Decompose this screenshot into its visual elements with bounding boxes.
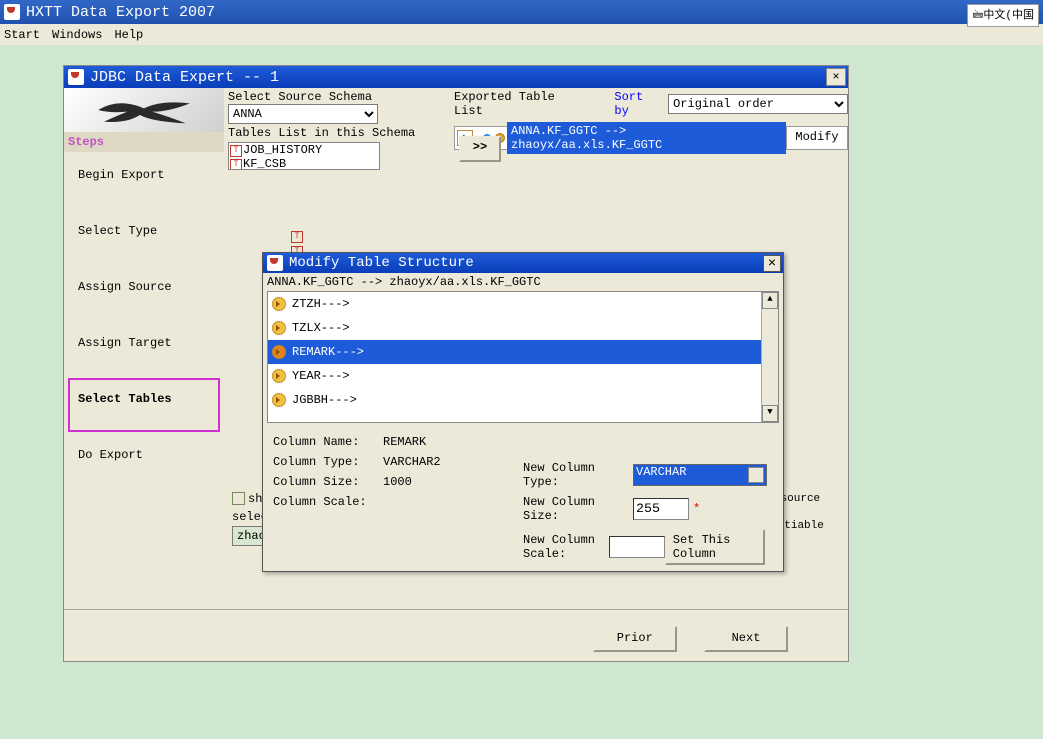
forward-button[interactable]: >> [459, 136, 501, 162]
table-row: TKF_CSB [229, 157, 379, 170]
tables-label: Tables List in this Schema [228, 126, 428, 140]
java-icon [267, 255, 283, 271]
set-column-button[interactable]: Set This Column [665, 529, 765, 565]
new-size-input[interactable] [633, 498, 689, 520]
arrow-icon [272, 393, 286, 407]
window-title: JDBC Data Expert -- 1 [90, 69, 279, 86]
step-do-export[interactable]: Do Export [68, 434, 220, 488]
dialog-close-button[interactable]: × [763, 255, 781, 272]
table-row: TJOB_HISTORY [229, 143, 379, 157]
scrollbar[interactable]: ▲▼ [761, 292, 778, 422]
scroll-up-icon[interactable]: ▲ [762, 292, 778, 309]
schema-label: Select Source Schema [228, 90, 428, 104]
dialog-titlebar: Modify Table Structure × [263, 253, 783, 273]
col-type-value: VARCHAR2 [383, 455, 441, 469]
step-select-tables[interactable]: Select Tables [68, 378, 220, 432]
new-type-label: New Column Type: [523, 461, 633, 489]
arrow-icon [272, 369, 286, 383]
footer: Prior Next [64, 609, 848, 676]
step-assign-source[interactable]: Assign Source [68, 266, 220, 320]
exported-header: Exported Table List [454, 90, 583, 118]
column-row: ZTZH---> [268, 292, 778, 316]
new-size-label: New Column Size: [523, 495, 633, 523]
tables-list[interactable]: TJOB_HISTORY TKF_CSB [228, 142, 380, 170]
close-button[interactable]: × [826, 68, 846, 86]
app-title: HXTT Data Export 2007 [26, 4, 215, 21]
modify-table-dialog: Modify Table Structure × ANNA.KF_GGTC --… [262, 252, 784, 572]
steps-header: Steps [64, 132, 224, 152]
col-type-label: Column Type: [273, 455, 383, 469]
col-name-value: REMARK [383, 435, 426, 449]
menu-start[interactable]: Start [4, 28, 40, 42]
table-icon: T [291, 231, 303, 243]
dialog-path: ANNA.KF_GGTC --> zhaoyx/aa.xls.KF_GGTC [263, 273, 783, 291]
java-icon [4, 4, 20, 20]
arrow-icon [272, 345, 286, 359]
new-scale-input[interactable] [609, 536, 665, 558]
col-name-label: Column Name: [273, 435, 383, 449]
java-icon [68, 69, 84, 85]
col-size-value: 1000 [383, 475, 412, 489]
required-asterisk: * [693, 502, 700, 516]
arrow-icon [272, 321, 286, 335]
col-size-label: Column Size: [273, 475, 383, 489]
app-titlebar: HXTT Data Export 2007 [0, 0, 1043, 24]
exported-row[interactable]: ▸ → ANNA.KF_GGTC --> zhaoyx/aa.xls.KF_GG… [454, 126, 848, 150]
sortby-label: Sort by [614, 90, 662, 118]
window-titlebar: JDBC Data Expert -- 1 × [64, 66, 848, 88]
steps-panel: Steps Begin Export Select Type Assign So… [64, 88, 224, 609]
next-button[interactable]: Next [704, 626, 788, 652]
column-row-selected: REMARK---> [268, 340, 778, 364]
table-icon: T [230, 159, 242, 170]
step-select-type[interactable]: Select Type [68, 210, 220, 264]
modify-button[interactable]: Modify [786, 127, 847, 149]
arrow-icon [272, 297, 286, 311]
new-scale-label: New Column Scale: [523, 533, 609, 561]
step-assign-target[interactable]: Assign Target [68, 322, 220, 376]
menu-help[interactable]: Help [114, 28, 143, 42]
dialog-title: Modify Table Structure [289, 255, 474, 271]
table-icon: T [230, 145, 242, 157]
column-row: YEAR---> [268, 364, 778, 388]
prior-button[interactable]: Prior [593, 626, 677, 652]
step-begin-export[interactable]: Begin Export [68, 154, 220, 208]
sortby-select[interactable]: Original order [668, 94, 848, 114]
eagle-logo [64, 88, 224, 132]
scroll-down-icon[interactable]: ▼ [762, 405, 778, 422]
desktop: JDBC Data Expert -- 1 × Steps Begin Expo… [0, 45, 1043, 739]
column-row: TZLX---> [268, 316, 778, 340]
col-scale-label: Column Scale: [273, 495, 383, 509]
new-type-select[interactable]: VARCHAR [633, 464, 767, 486]
column-list[interactable]: ZTZH---> TZLX---> REMARK---> YEAR---> JG… [267, 291, 779, 423]
menubar: Start Windows Help [0, 24, 1043, 46]
schema-select[interactable]: ANNA [228, 104, 378, 124]
exported-path: ANNA.KF_GGTC --> zhaoyx/aa.xls.KF_GGTC [507, 122, 786, 154]
show-tables-checkbox[interactable] [232, 492, 245, 505]
column-row: JGBBH---> [268, 388, 778, 412]
ime-indicator[interactable]: 🖮中文(中国 [967, 4, 1039, 27]
menu-windows[interactable]: Windows [52, 28, 102, 42]
